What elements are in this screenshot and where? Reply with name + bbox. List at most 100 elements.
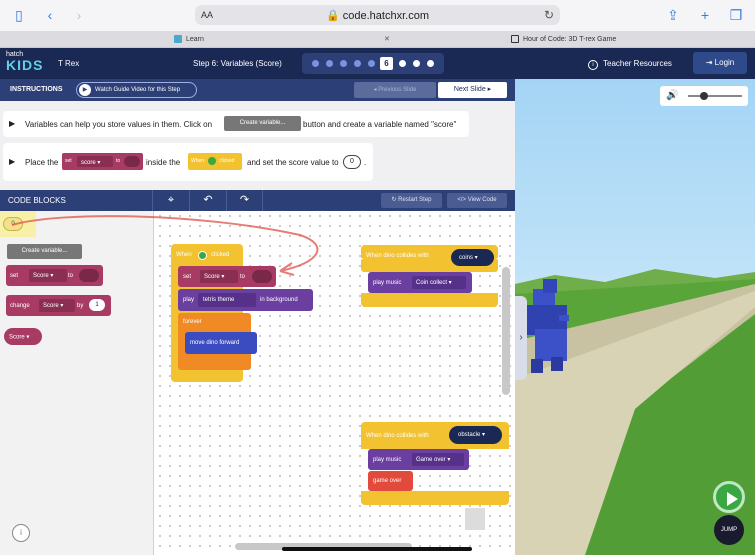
zero-value-pill: 0 bbox=[343, 155, 361, 169]
watch-video-button[interactable]: ▶ Watch Guide Video for this Step bbox=[76, 82, 197, 98]
teacher-resources-link[interactable]: i Teacher Resources bbox=[588, 59, 672, 70]
step-progress: 6 bbox=[302, 53, 444, 74]
instruction-text: and set the score value to bbox=[247, 158, 339, 167]
step-dot[interactable] bbox=[340, 60, 347, 67]
mini-value-slot bbox=[124, 156, 140, 167]
volume-slider-knob[interactable] bbox=[700, 92, 709, 100]
workspace-vertical-scrollbar[interactable] bbox=[502, 267, 510, 395]
view-code-button[interactable]: </> View Code bbox=[447, 193, 507, 208]
collapse-panel-toggle[interactable]: › bbox=[515, 296, 527, 380]
target-name: coins bbox=[459, 255, 474, 261]
login-button[interactable]: ⇥ Login bbox=[693, 52, 747, 74]
step-dot[interactable] bbox=[326, 60, 333, 67]
reload-icon[interactable]: ↻ bbox=[544, 8, 554, 22]
volume-control[interactable]: 🔊 bbox=[660, 86, 748, 106]
restart-icon: ↻ bbox=[391, 197, 397, 203]
obstacle-target-dropdown[interactable]: obstacle ▾ bbox=[449, 426, 502, 444]
next-slide-button[interactable]: Next Slide ▸ bbox=[438, 82, 507, 98]
tab-hour-of-code[interactable]: Hour of Code: 3D T-rex Game bbox=[511, 31, 616, 48]
move-forward-label: move dino forward bbox=[190, 340, 240, 346]
current-step[interactable]: 6 bbox=[380, 57, 393, 70]
step-dot[interactable] bbox=[354, 60, 361, 67]
game-over-block[interactable]: game over bbox=[368, 471, 413, 491]
sidebar-icon[interactable]: ▯ bbox=[11, 7, 27, 23]
address-bar[interactable]: AA 🔒 code.hatchxr.com ↻ bbox=[195, 5, 560, 25]
instruction-text: Place the bbox=[25, 158, 59, 167]
step-dot[interactable] bbox=[399, 60, 406, 67]
mini-when-clicked-block: When clicked bbox=[188, 153, 242, 170]
variable-name: Score bbox=[43, 303, 59, 309]
code-blocks-title: CODE BLOCKS bbox=[8, 196, 66, 205]
palette-change-block[interactable]: change Score ▾ by 1 bbox=[6, 295, 111, 316]
step-dot[interactable] bbox=[413, 60, 420, 67]
play-music-label: play music bbox=[373, 279, 402, 286]
lock-icon: 🔒 bbox=[326, 10, 340, 22]
number-input[interactable]: 1 bbox=[89, 299, 105, 311]
code-blocks-bar: CODE BLOCKS ⌖ ↶ ↷ ↻ Restart Step </> Vie… bbox=[0, 190, 515, 211]
view-code-label: View Code bbox=[467, 197, 497, 203]
share-icon[interactable]: ⇪ bbox=[665, 7, 681, 23]
expand-arrow-icon[interactable]: ▶ bbox=[9, 119, 15, 128]
previous-slide-button[interactable]: ◂ Previous Slide bbox=[354, 82, 436, 98]
tab-bar: Learn ✕ Hour of Code: 3D T-rex Game bbox=[0, 31, 755, 48]
url-value: code.hatchxr.com bbox=[342, 10, 429, 22]
step-dot[interactable] bbox=[427, 60, 434, 67]
mini-set-block: set score ▾ to bbox=[62, 153, 143, 170]
redo-icon[interactable]: ↷ bbox=[226, 190, 263, 211]
home-indicator bbox=[282, 547, 472, 551]
coins-play-music-block[interactable]: play music Coin collect ▾ bbox=[368, 272, 472, 293]
login-icon: ⇥ bbox=[705, 58, 713, 67]
undo-icon[interactable]: ↶ bbox=[189, 190, 226, 211]
back-icon[interactable]: ‹ bbox=[42, 7, 58, 23]
close-tab-icon[interactable]: ✕ bbox=[384, 31, 390, 48]
expand-arrow-icon[interactable]: ▶ bbox=[9, 157, 15, 166]
hatch-kids-logo[interactable]: hatch KIDS bbox=[6, 51, 43, 72]
mini-clicked-label: clicked bbox=[219, 158, 235, 164]
by-label: by bbox=[77, 302, 84, 309]
game-over-label: game over bbox=[373, 478, 402, 484]
instruction-text: button and create a variable named "scor… bbox=[303, 120, 457, 129]
new-tab-icon[interactable]: + bbox=[697, 7, 713, 23]
mini-score-label: score bbox=[81, 160, 96, 166]
speaker-icon[interactable]: 🔊 bbox=[666, 90, 678, 101]
url-text: 🔒 code.hatchxr.com bbox=[195, 9, 560, 22]
play-icon: ▶ bbox=[79, 84, 91, 96]
instructions-title: INSTRUCTIONS bbox=[10, 86, 63, 93]
mini-to-label: to bbox=[116, 158, 121, 164]
info-icon: i bbox=[588, 60, 598, 70]
palette-variable-reporter[interactable]: Score ▾ bbox=[4, 328, 42, 345]
volume-track[interactable] bbox=[688, 95, 742, 97]
instructions-panel: ▶ Variables can help you store values in… bbox=[0, 101, 515, 190]
logo-big-text: KIDS bbox=[6, 57, 44, 73]
tab-learn[interactable]: Learn bbox=[174, 31, 204, 48]
sound-dropdown[interactable]: Coin collect ▾ bbox=[412, 276, 466, 289]
mini-when-label: When bbox=[191, 158, 205, 164]
step-dot[interactable] bbox=[368, 60, 375, 67]
play-label: play bbox=[183, 297, 195, 303]
play-music-label: play music bbox=[373, 456, 402, 463]
move-dino-forward-block[interactable]: move dino forward bbox=[185, 332, 257, 354]
play-game-button[interactable] bbox=[713, 481, 745, 513]
forward-icon[interactable]: › bbox=[71, 7, 87, 23]
restart-step-button[interactable]: ↻ Restart Step bbox=[381, 193, 442, 208]
trash-area[interactable] bbox=[465, 508, 485, 530]
sound-name: Coin collect bbox=[416, 280, 448, 286]
target-name: obstacle bbox=[458, 432, 481, 438]
coins-target-dropdown[interactable]: coins ▾ bbox=[451, 249, 494, 266]
code-icon: </> bbox=[457, 197, 467, 203]
create-variable-hint: Create variable... bbox=[224, 116, 301, 131]
variable-dropdown[interactable]: Score ▾ bbox=[39, 299, 75, 312]
theme-dropdown[interactable]: tetris theme bbox=[198, 293, 256, 307]
obstacle-play-music-block[interactable]: play music Game over ▾ bbox=[368, 449, 469, 470]
center-icon[interactable]: ⌖ bbox=[152, 190, 189, 211]
step-dot[interactable] bbox=[312, 60, 319, 67]
tabs-overview-icon[interactable]: ❐ bbox=[728, 7, 744, 23]
forever-label: forever bbox=[183, 319, 202, 325]
sound-dropdown[interactable]: Game over ▾ bbox=[412, 453, 464, 466]
play-theme-block[interactable]: play tetris theme in background bbox=[178, 289, 313, 311]
tab-label: Hour of Code: 3D T-rex Game bbox=[523, 36, 617, 43]
jump-button[interactable]: JUMP bbox=[714, 515, 744, 545]
info-icon[interactable]: i bbox=[12, 524, 30, 542]
theme-name: tetris theme bbox=[203, 297, 235, 303]
restart-label: Restart Step bbox=[398, 197, 432, 203]
